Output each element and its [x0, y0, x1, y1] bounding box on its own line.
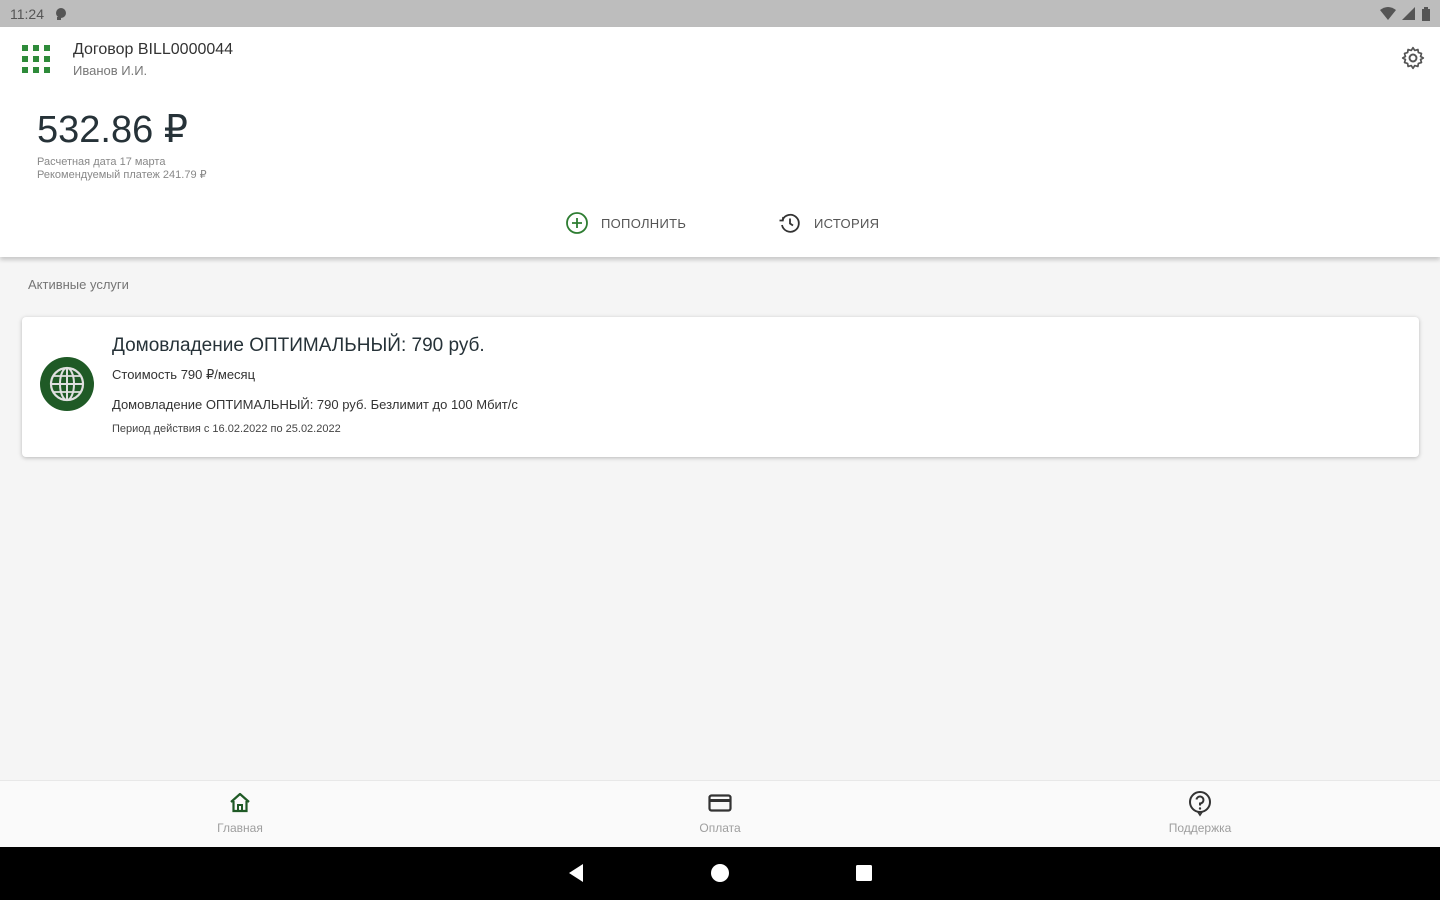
notification-icon — [56, 7, 66, 20]
credit-card-icon — [708, 794, 732, 812]
nav-home[interactable]: Главная — [180, 789, 300, 835]
balance-amount: 532.86 ₽ — [37, 109, 188, 151]
wifi-icon — [1380, 6, 1396, 20]
nav-payment[interactable]: Оплата — [660, 789, 780, 835]
service-price: Стоимость 790 ₽/месяц — [112, 367, 256, 382]
topup-label: ПОПОЛНИТЬ — [601, 215, 687, 231]
nav-payment-label: Оплата — [699, 821, 741, 835]
balance-details: Расчетная дата 17 марта Рекомендуемый пл… — [37, 156, 207, 182]
home-icon — [230, 792, 250, 813]
nav-support[interactable]: Поддержка — [1140, 789, 1260, 835]
active-services-label: Активные услуги — [28, 277, 129, 292]
signal-icon — [1402, 6, 1415, 20]
history-label: ИСТОРИЯ — [814, 215, 880, 231]
bottom-navigation: Главная Оплата Поддержка — [0, 780, 1440, 847]
apps-grid-icon[interactable] — [22, 45, 50, 73]
recommended-payment: Рекомендуемый платеж 241.79 ₽ — [37, 169, 207, 181]
back-icon[interactable] — [563, 860, 589, 886]
status-time: 11:24 — [10, 5, 44, 22]
contract-title: Договор BILL0000044 — [73, 41, 234, 58]
contract-selector[interactable]: Договор BILL0000044 Иванов И.И. — [73, 41, 233, 78]
account-header: Договор BILL0000044 Иванов И.И. 532.86 ₽… — [0, 27, 1440, 257]
service-period: Период действия с 16.02.2022 по 25.02.20… — [112, 423, 341, 435]
service-description: Домовладение ОПТИМАЛЬНЫЙ: 790 руб. Безли… — [112, 397, 518, 412]
settlement-date: Расчетная дата 17 марта — [37, 156, 166, 168]
history-icon — [779, 213, 800, 233]
service-card[interactable]: Домовладение ОПТИМАЛЬНЫЙ: 790 руб. Стоим… — [22, 317, 1419, 457]
recent-apps-icon[interactable] — [851, 860, 877, 886]
topup-button[interactable]: ПОПОЛНИТЬ — [565, 211, 686, 235]
gear-icon[interactable] — [1400, 45, 1426, 71]
battery-icon — [1422, 6, 1430, 21]
contract-user: Иванов И.И. — [73, 63, 148, 78]
nav-home-label: Главная — [217, 821, 263, 835]
help-circle-icon — [1189, 791, 1211, 817]
home-circle-icon[interactable] — [707, 860, 733, 886]
system-navigation-bar — [0, 847, 1440, 900]
globe-icon — [40, 357, 94, 411]
plus-circle-icon — [566, 212, 588, 234]
history-button[interactable]: ИСТОРИЯ — [778, 211, 879, 235]
nav-support-label: Поддержка — [1168, 821, 1232, 835]
service-title: Домовладение ОПТИМАЛЬНЫЙ: 790 руб. — [112, 335, 485, 356]
status-bar: 11:24 — [0, 0, 1440, 27]
account-actions: ПОПОЛНИТЬ ИСТОРИЯ — [0, 211, 1440, 239]
